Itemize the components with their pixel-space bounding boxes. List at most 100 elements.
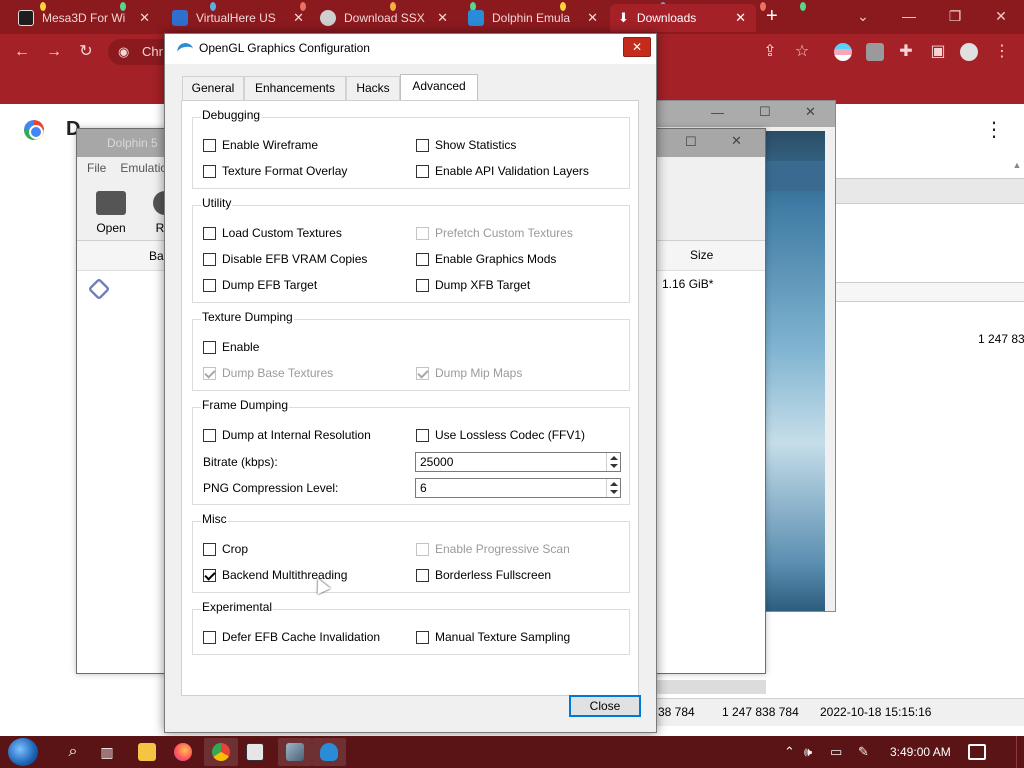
file-explorer-taskbar-button[interactable] <box>130 738 164 766</box>
tab-close-icon[interactable]: ✕ <box>139 10 150 26</box>
dump-internal-resolution-checkbox[interactable]: Dump at Internal Resolution <box>203 428 371 442</box>
manual-texture-sampling-checkbox[interactable]: Manual Texture Sampling <box>416 630 570 644</box>
close-button[interactable]: Close <box>569 695 641 717</box>
use-lossless-codec-checkbox[interactable]: Use Lossless Codec (FFV1) <box>416 428 585 442</box>
dialog-titlebar[interactable]: OpenGL Graphics Configuration ✕ <box>165 34 656 64</box>
checkbox-box[interactable] <box>203 428 216 442</box>
tab-hacks[interactable]: Hacks <box>346 76 400 100</box>
spin-up-icon[interactable] <box>610 456 618 460</box>
checkbox-box[interactable] <box>416 164 429 178</box>
menu-file[interactable]: File <box>87 157 106 179</box>
tab-close-icon[interactable]: ✕ <box>735 10 746 26</box>
tab-enhancements[interactable]: Enhancements <box>244 76 346 100</box>
profile-avatar[interactable] <box>960 43 978 61</box>
new-tab-button[interactable]: + <box>766 4 778 28</box>
horizontal-scrollbar[interactable] <box>656 680 766 694</box>
bookmark-star-icon[interactable]: ☆ <box>790 40 814 64</box>
close-icon[interactable]: ✕ <box>731 133 742 149</box>
search-taskbar-button[interactable]: ⌕ <box>56 738 90 766</box>
start-button[interactable] <box>8 738 38 766</box>
column-banner[interactable]: Ba <box>149 249 164 263</box>
browser-menu-icon[interactable]: ⋮ <box>990 40 1014 64</box>
minimize-icon[interactable]: — <box>711 105 724 120</box>
dolphin-taskbar-button[interactable] <box>312 738 346 766</box>
taskbar-clock[interactable]: 3:49:00 AM <box>890 745 951 759</box>
enable-wireframe-checkbox[interactable]: Enable Wireframe <box>203 138 318 152</box>
browser-tab[interactable]: Mesa3D For Wi ✕ <box>10 4 160 32</box>
checkbox-box[interactable] <box>203 278 216 292</box>
pen-icon[interactable]: ✎ <box>858 744 869 760</box>
checkbox-box[interactable] <box>203 252 216 266</box>
browser-tab[interactable]: VirtualHere US ✕ <box>164 4 314 32</box>
dump-efb-target-checkbox[interactable]: Dump EFB Target <box>203 278 317 292</box>
crop-checkbox[interactable]: Crop <box>203 542 248 556</box>
extensions-puzzle-icon[interactable]: ✚ <box>894 40 918 64</box>
checkbox-box[interactable] <box>416 630 429 644</box>
checkbox-box[interactable] <box>203 226 216 240</box>
browser-tab-active[interactable]: ⬇ Downloads ✕ <box>610 4 756 32</box>
task-view-button[interactable]: ▥ <box>90 738 124 766</box>
tab-general[interactable]: General <box>182 76 244 100</box>
firefox-taskbar-button[interactable] <box>166 738 200 766</box>
defer-efb-cache-invalidation-checkbox[interactable]: Defer EFB Cache Invalidation <box>203 630 380 644</box>
maximize-icon[interactable]: ☐ <box>759 104 771 120</box>
bitrate-spinbox[interactable]: 25000 <box>415 452 621 472</box>
close-icon[interactable]: ✕ <box>805 104 816 120</box>
column-size[interactable]: Size <box>690 248 713 262</box>
page-menu-icon[interactable]: ⋮ <box>984 120 1004 140</box>
tab-close-icon[interactable]: ✕ <box>293 10 304 26</box>
tab-close-icon[interactable]: ✕ <box>587 10 598 26</box>
browser-tab[interactable]: Download SSX ✕ <box>312 4 458 32</box>
browser-tab[interactable]: Dolphin Emula ✕ <box>460 4 608 32</box>
open-button[interactable]: Open <box>85 185 137 235</box>
network-icon[interactable]: ▭ <box>830 744 842 760</box>
disable-efb-vram-copies-checkbox[interactable]: Disable EFB VRAM Copies <box>203 252 367 266</box>
checkbox-box[interactable] <box>416 568 429 582</box>
dialog-close-button[interactable]: ✕ <box>623 37 651 57</box>
tray-overflow-icon[interactable]: ⌃ <box>784 744 795 760</box>
checkbox-box[interactable] <box>203 138 216 152</box>
address-bar[interactable]: ◉ Chr <box>108 39 168 65</box>
checkbox-box[interactable] <box>203 542 216 556</box>
png-compression-spinbox[interactable]: 6 <box>415 478 621 498</box>
enable-graphics-mods-checkbox[interactable]: Enable Graphics Mods <box>416 252 556 266</box>
minimize-icon[interactable]: — <box>886 0 932 32</box>
spin-arrows[interactable] <box>606 453 620 471</box>
photo-taskbar-button[interactable] <box>278 738 312 766</box>
close-icon[interactable]: ✕ <box>978 0 1024 32</box>
chrome-taskbar-button[interactable] <box>204 738 238 766</box>
spin-up-icon[interactable] <box>610 482 618 486</box>
checkbox-box[interactable] <box>416 138 429 152</box>
back-icon[interactable]: ← <box>10 40 34 64</box>
dump-xfb-target-checkbox[interactable]: Dump XFB Target <box>416 278 530 292</box>
scroll-up-arrow-icon[interactable]: ▲ <box>1010 160 1024 174</box>
extension-flag-icon[interactable] <box>834 43 852 61</box>
load-custom-textures-checkbox[interactable]: Load Custom Textures <box>203 226 342 240</box>
enable-api-validation-checkbox[interactable]: Enable API Validation Layers <box>416 164 589 178</box>
tab-search-icon[interactable]: ⌄ <box>840 0 886 32</box>
extension-s-icon[interactable] <box>866 43 884 61</box>
show-statistics-checkbox[interactable]: Show Statistics <box>416 138 516 152</box>
checkbox-box[interactable] <box>203 164 216 178</box>
7zip-taskbar-button[interactable] <box>238 738 272 766</box>
maximize-icon[interactable]: ☐ <box>685 134 697 150</box>
png-compression-value[interactable]: 6 <box>420 481 427 495</box>
spin-down-icon[interactable] <box>610 490 618 494</box>
volume-icon[interactable]: 🕪 <box>804 744 812 760</box>
menu-emulation[interactable]: Emulatio <box>120 157 167 179</box>
spin-arrows[interactable] <box>606 479 620 497</box>
spin-down-icon[interactable] <box>610 464 618 468</box>
bitrate-value[interactable]: 25000 <box>420 455 453 469</box>
checkbox-box[interactable] <box>203 340 216 354</box>
checkbox-box[interactable] <box>203 568 216 582</box>
tab-advanced[interactable]: Advanced <box>400 74 478 100</box>
share-icon[interactable]: ⇪ <box>758 40 782 64</box>
texture-dump-enable-checkbox[interactable]: Enable <box>203 340 259 354</box>
side-panel-icon[interactable]: ▣ <box>926 40 950 64</box>
checkbox-box[interactable] <box>416 252 429 266</box>
forward-icon[interactable]: → <box>42 40 66 64</box>
checkbox-box[interactable] <box>416 278 429 292</box>
restore-icon[interactable]: ❐ <box>932 0 978 32</box>
reload-icon[interactable]: ↻ <box>74 40 98 64</box>
show-desktop-button[interactable] <box>1016 736 1024 768</box>
